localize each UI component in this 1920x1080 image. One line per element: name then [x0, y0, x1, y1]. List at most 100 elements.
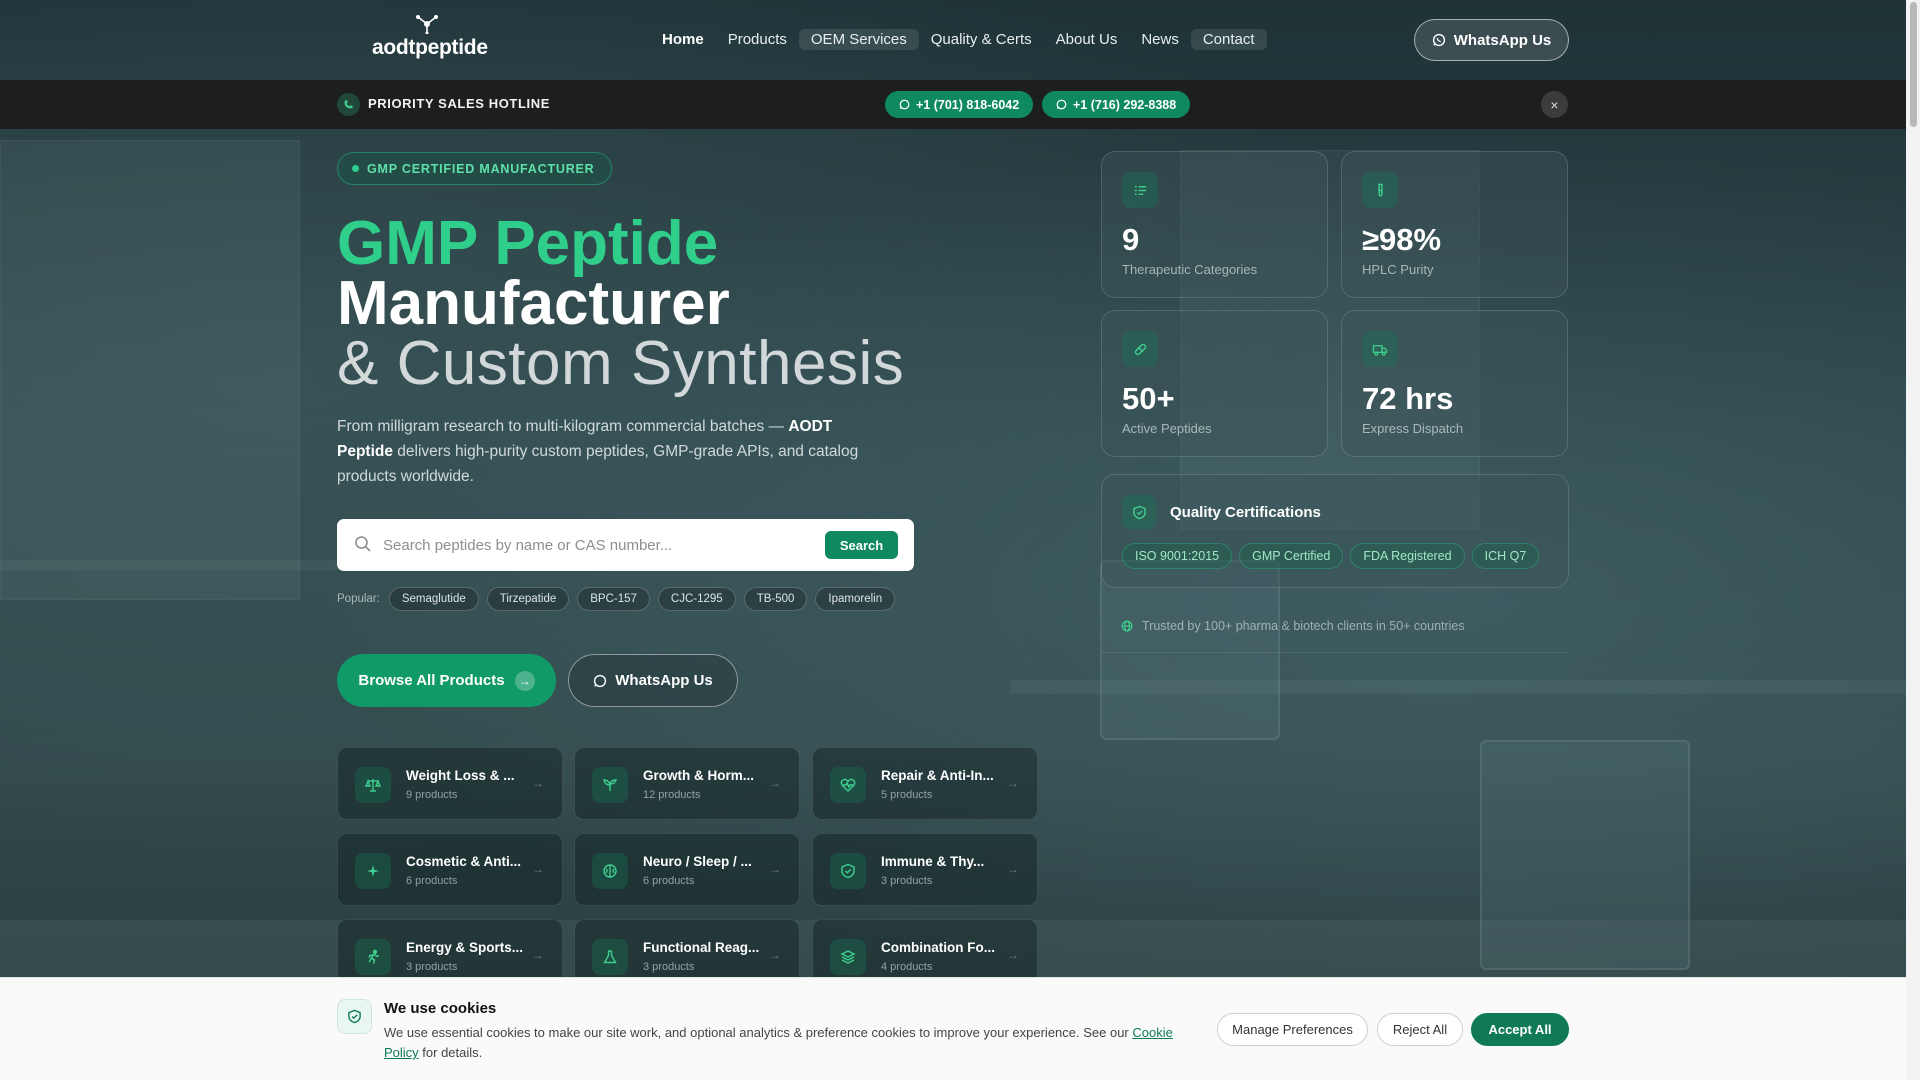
hero-title-line-1: GMP Peptide	[337, 209, 719, 278]
popular-tag[interactable]: CJC-1295	[657, 587, 736, 611]
molecule-logo-icon	[416, 15, 438, 34]
stat-value: 72 hrs	[1362, 381, 1454, 416]
category-count: 3 products	[881, 875, 933, 887]
stat-value: 9	[1122, 222, 1140, 257]
peptide-search-box: Search	[337, 519, 914, 571]
browse-label: Browse All Products	[358, 672, 505, 689]
nav-oem-services[interactable]: OEM Services	[798, 29, 919, 50]
arrow-right-icon: →	[532, 862, 544, 876]
stat-label: Therapeutic Categories	[1122, 262, 1258, 277]
category-count: 3 products	[643, 961, 695, 973]
arrow-right-icon: →	[1007, 862, 1019, 876]
popular-tag[interactable]: TB-500	[743, 587, 808, 611]
category-name: Neuro / Sleep / ...	[643, 854, 752, 869]
stat-label: HPLC Purity	[1362, 262, 1434, 277]
accept-all-button[interactable]: Accept All	[1471, 1013, 1569, 1046]
reject-all-button[interactable]: Reject All	[1377, 1013, 1463, 1046]
hotline-number-1-button[interactable]: +1 (701) 818-6042	[885, 91, 1034, 118]
whatsapp-icon	[1432, 33, 1445, 47]
arrow-right-icon: →	[532, 776, 544, 790]
category-name: Repair & Anti-In...	[881, 768, 994, 783]
cert-list: ISO 9001:2015 GMP Certified FDA Register…	[1122, 543, 1540, 569]
cookie-banner: We use cookies We use essential cookies …	[0, 977, 1906, 1080]
category-count: 6 products	[643, 875, 695, 887]
category-card-cosmetic[interactable]: Cosmetic & Anti... 6 products →	[337, 833, 563, 906]
arrow-right-icon: →	[532, 948, 544, 962]
lead-text-2: delivers high-purity custom peptides, GM…	[337, 443, 859, 485]
sales-hotline-bar: PRIORITY SALES HOTLINE +1 (701) 818-6042…	[0, 80, 1906, 129]
hotline-number-1: +1 (701) 818-6042	[916, 97, 1020, 112]
category-name: Immune & Thy...	[881, 854, 985, 869]
cookie-title: We use cookies	[384, 1000, 497, 1017]
page-scrollbar[interactable]	[1906, 0, 1920, 1080]
category-count: 4 products	[881, 961, 933, 973]
hero-title-line-3: & Custom Synthesis	[337, 329, 905, 398]
nav-home[interactable]: Home	[650, 29, 716, 50]
search-input[interactable]	[383, 532, 803, 558]
status-dot-icon	[352, 165, 359, 172]
popular-tag[interactable]: BPC-157	[577, 587, 650, 611]
cert-badge: ISO 9001:2015	[1122, 543, 1233, 569]
category-name: Functional Reag...	[643, 940, 760, 955]
cookie-text-body: We use essential cookies to make our sit…	[384, 1025, 1133, 1040]
running-icon	[355, 939, 391, 975]
search-icon	[355, 536, 371, 552]
trusted-note: Trusted by 100+ pharma & biotech clients…	[1121, 619, 1465, 633]
category-card-repair[interactable]: Repair & Anti-In... 5 products →	[812, 747, 1038, 820]
category-card-weight-loss[interactable]: Weight Loss & ... 9 products →	[337, 747, 563, 820]
stat-card-categories: 9 Therapeutic Categories	[1101, 151, 1328, 298]
search-button[interactable]: Search	[825, 531, 898, 559]
stat-card-dispatch: 72 hrs Express Dispatch	[1341, 310, 1568, 457]
category-card-immune[interactable]: Immune & Thy... 3 products →	[812, 833, 1038, 906]
lead-text-1: From milligram research to multi-kilogra…	[337, 418, 789, 435]
scrollbar-thumb[interactable]	[1910, 2, 1917, 127]
close-hotline-button[interactable]: ×	[1541, 91, 1568, 118]
popular-tag[interactable]: Ipamorelin	[815, 587, 896, 611]
arrow-right-icon: →	[769, 776, 781, 790]
lab-background	[0, 0, 1920, 1080]
whatsapp-icon	[594, 674, 607, 687]
browse-all-products-button[interactable]: Browse All Products →	[337, 654, 556, 707]
category-count: 12 products	[643, 789, 701, 801]
arrow-right-icon: →	[769, 948, 781, 962]
hotline-number-2-button[interactable]: +1 (716) 292-8388	[1042, 91, 1191, 118]
category-count: 9 products	[406, 789, 458, 801]
nav-about-us[interactable]: About Us	[1044, 29, 1130, 50]
arrow-right-icon: →	[1007, 948, 1019, 962]
nav-contact[interactable]: Contact	[1190, 29, 1267, 50]
top-navigation: aodtpeptide Home Products OEM Services Q…	[0, 0, 1906, 80]
gmp-badge: GMP CERTIFIED MANUFACTURER	[337, 152, 612, 185]
site-logo[interactable]: aodtpeptide	[372, 14, 488, 66]
popular-tag[interactable]: Semaglutide	[388, 587, 479, 611]
hero-description: From milligram research to multi-kilogra…	[337, 414, 877, 489]
hero-whatsapp-button[interactable]: WhatsApp Us	[568, 654, 738, 707]
stat-card-purity: ≥98% HPLC Purity	[1341, 151, 1568, 298]
nav-quality-certs[interactable]: Quality & Certs	[919, 29, 1044, 50]
category-name: Growth & Horm...	[643, 768, 754, 783]
hero-title-line-2: Manufacturer	[337, 269, 730, 338]
manage-preferences-button[interactable]: Manage Preferences	[1217, 1013, 1368, 1046]
category-card-neuro[interactable]: Neuro / Sleep / ... 6 products →	[574, 833, 800, 906]
shield-check-icon	[337, 999, 372, 1034]
category-card-growth[interactable]: Growth & Horm... 12 products →	[574, 747, 800, 820]
truck-icon	[1362, 331, 1398, 367]
nav-news[interactable]: News	[1129, 29, 1191, 50]
sprout-icon	[592, 767, 628, 803]
nav-products[interactable]: Products	[716, 29, 799, 50]
pill-icon	[1122, 331, 1158, 367]
category-name: Weight Loss & ...	[406, 768, 515, 783]
hotline-number-2: +1 (716) 292-8388	[1073, 97, 1177, 112]
stat-label: Express Dispatch	[1362, 421, 1464, 436]
cert-badge: FDA Registered	[1350, 543, 1465, 569]
trusted-text: Trusted by 100+ pharma & biotech clients…	[1142, 619, 1465, 633]
stat-value: 50+	[1122, 381, 1175, 416]
phone-icon	[337, 93, 360, 116]
popular-tag[interactable]: Tirzepatide	[486, 587, 570, 611]
cookie-text-end: for details.	[418, 1045, 483, 1060]
stat-label: Active Peptides	[1122, 421, 1212, 436]
header-whatsapp-label: WhatsApp Us	[1453, 31, 1552, 49]
category-count: 3 products	[406, 961, 458, 973]
header-whatsapp-button[interactable]: WhatsApp Us	[1414, 19, 1569, 61]
whatsapp-icon	[899, 99, 910, 110]
stat-value: ≥98%	[1362, 222, 1442, 257]
